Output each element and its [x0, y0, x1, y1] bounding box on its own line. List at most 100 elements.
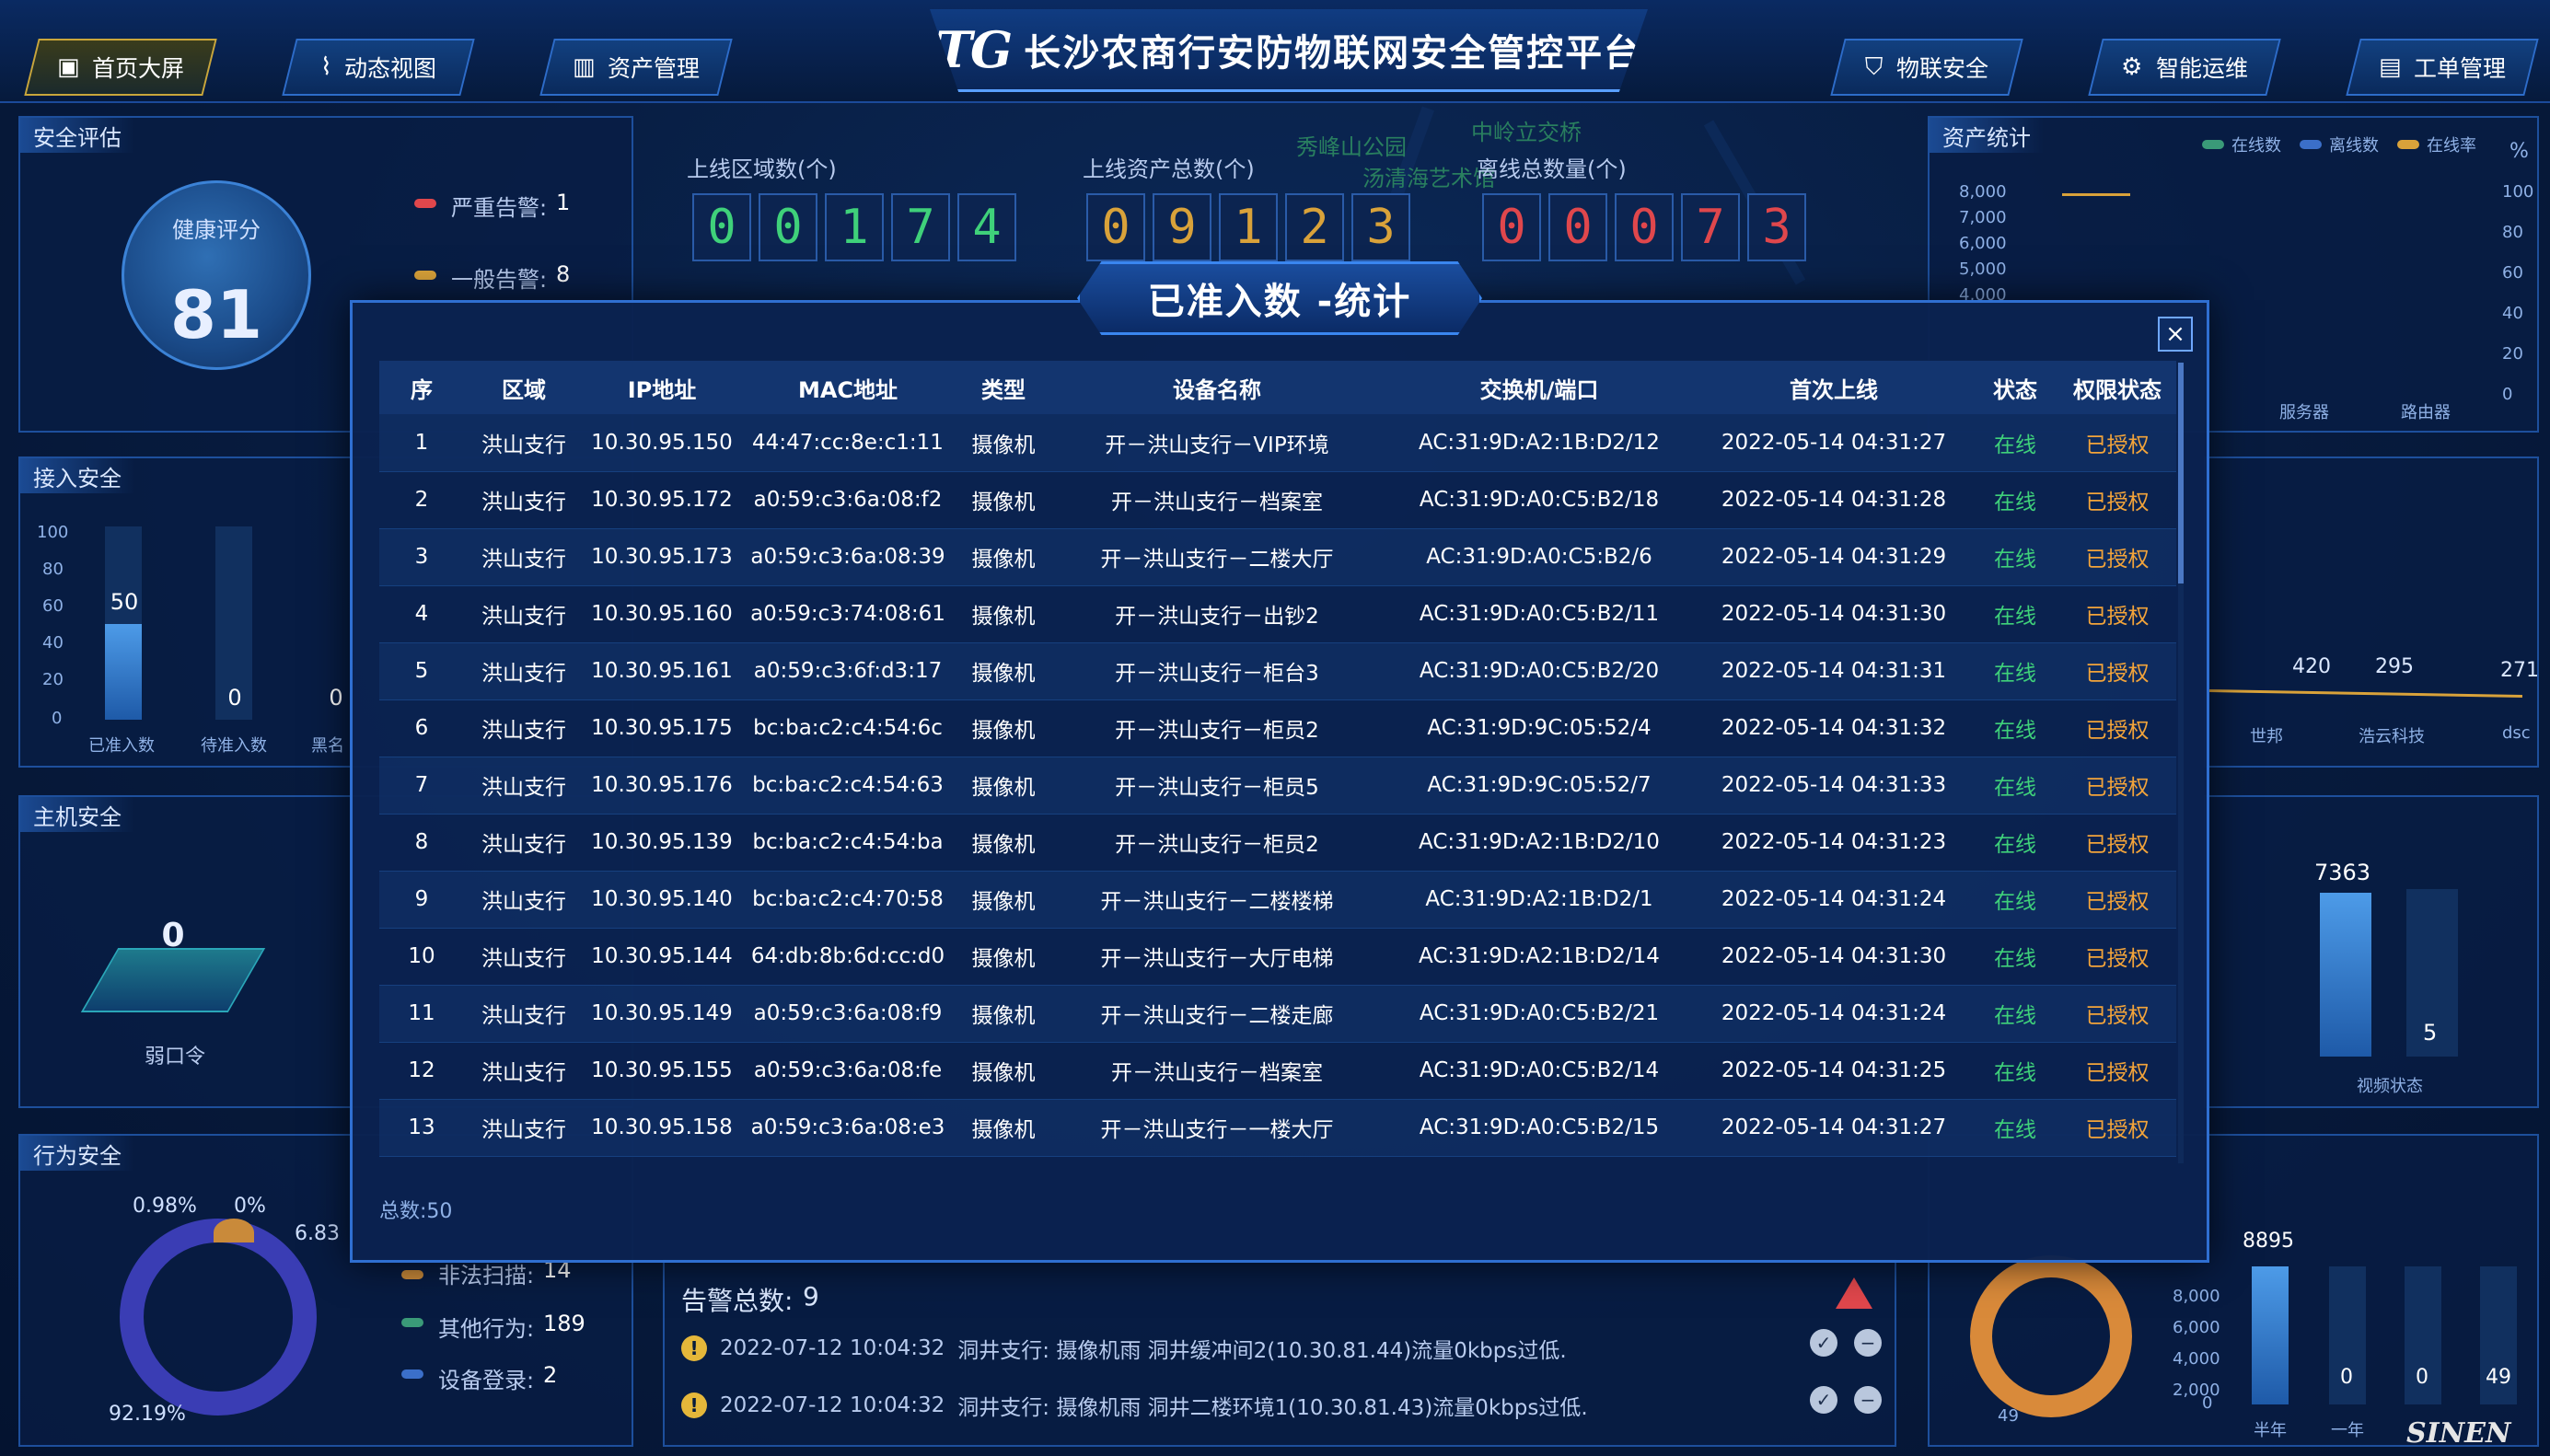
table-scrollbar-thumb[interactable]: [2178, 363, 2184, 584]
counter-digit: 0: [1482, 193, 1541, 261]
alarm-item[interactable]: ! 2022-07-12 10:04:32 洞井支行: 摄像机雨 洞井缓冲间2(…: [681, 1333, 1567, 1364]
column-header-device-name[interactable]: 设备名称: [1051, 361, 1383, 414]
y-tick: 8,000: [2173, 1287, 2220, 1306]
y-tick-right: 100: [2502, 182, 2534, 202]
cell-type: 摄像机: [956, 528, 1051, 586]
table-scrollbar[interactable]: [2178, 363, 2184, 1163]
table-row[interactable]: 8 洪山支行 10.30.95.139 bc:ba:c2:c4:54:ba 摄像机 开－洪…: [379, 814, 2176, 872]
cell-status: 在线: [1972, 699, 2058, 757]
table-row[interactable]: 2 洪山支行 10.30.95.172 a0:59:c3:6a:08:f2 摄像机 开－洪…: [379, 471, 2176, 529]
column-header-first-online[interactable]: 首次上线: [1696, 361, 1972, 414]
cell-device-name: 开－洪山支行－一楼大厅: [1051, 1099, 1383, 1157]
cell-mac-address: a0:59:c3:6a:08:f9: [740, 985, 956, 1043]
cell-permission: 已授权: [2058, 414, 2176, 472]
cell-index: 10: [379, 928, 464, 986]
column-header-status[interactable]: 状态: [1972, 361, 2058, 414]
bottom-bar-value: 0: [2340, 1366, 2353, 1389]
table-row[interactable]: 1 洪山支行 10.30.95.150 44:47:cc:8e:c1:11 摄像机 开－洪…: [379, 414, 2176, 472]
cell-mac-address: a0:59:c3:6a:08:f2: [740, 471, 956, 529]
column-header-index[interactable]: 序: [379, 361, 464, 414]
behavior-percent: 92.19%: [109, 1403, 186, 1426]
dismiss-icon[interactable]: −: [1854, 1386, 1882, 1414]
counter-digit: 0: [1615, 193, 1674, 261]
cell-index: 3: [379, 528, 464, 586]
table-row[interactable]: 9 洪山支行 10.30.95.140 bc:ba:c2:c4:70:58 摄像机 开－洪…: [379, 871, 2176, 929]
panel-title: 接入安全: [20, 458, 134, 493]
column-header-ip[interactable]: IP地址: [584, 361, 740, 414]
alarm-item[interactable]: ! 2022-07-12 10:04:32 洞井支行: 摄像机雨 洞井二楼环境1…: [681, 1390, 1588, 1421]
bar-chart-icon: ▥: [572, 53, 596, 81]
cell-region: 洪山支行: [464, 699, 584, 757]
behavior-donut-slice: [214, 1219, 254, 1246]
cell-status: 在线: [1972, 642, 2058, 700]
nav-work-orders[interactable]: ▤ 工单管理: [2346, 39, 2539, 96]
cell-device-name: 开－洪山支行－档案室: [1051, 1042, 1383, 1100]
cell-region: 洪山支行: [464, 471, 584, 529]
cell-device-name: 开－洪山支行－出钞2: [1051, 585, 1383, 643]
table-row[interactable]: 5 洪山支行 10.30.95.161 a0:59:c3:6f:d3:17 摄像机 开－洪…: [379, 642, 2176, 700]
nav-home-screen[interactable]: ▣ 首页大屏: [24, 39, 217, 96]
table-row[interactable]: 11 洪山支行 10.30.95.149 a0:59:c3:6a:08:f9 摄像机 开－…: [379, 985, 2176, 1043]
counter-label: 离线总数量(个): [1477, 156, 1627, 182]
nav-smart-ops[interactable]: ⚙ 智能运维: [2088, 39, 2281, 96]
confirm-icon[interactable]: ✓: [1810, 1386, 1837, 1414]
cell-index: 1: [379, 414, 464, 472]
nav-label: 智能运维: [2155, 55, 2248, 82]
cell-type: 摄像机: [956, 1099, 1051, 1157]
table-row[interactable]: 3 洪山支行 10.30.95.173 a0:59:c3:6a:08:39 摄像机 开－洪…: [379, 528, 2176, 586]
nav-dynamic-view[interactable]: ⌇ 动态视图: [282, 39, 475, 96]
warning-icon: !: [681, 1335, 707, 1361]
table-row[interactable]: 10 洪山支行 10.30.95.144 64:db:8b:6d:cc:d0 摄像机 开－…: [379, 928, 2176, 986]
health-score-value: 81: [169, 276, 263, 353]
vendor-value: 271: [2500, 659, 2539, 682]
confirm-icon[interactable]: ✓: [1810, 1329, 1837, 1357]
table-row[interactable]: 4 洪山支行 10.30.95.160 a0:59:c3:74:08:61 摄像机 开－洪…: [379, 585, 2176, 643]
cell-region: 洪山支行: [464, 528, 584, 586]
cell-ip-address: 10.30.95.160: [584, 585, 740, 643]
cell-permission: 已授权: [2058, 985, 2176, 1043]
cell-region: 洪山支行: [464, 585, 584, 643]
cell-ip-address: 10.30.95.176: [584, 757, 740, 815]
y-tick: 80: [42, 560, 64, 579]
warning-triangle-icon: [1836, 1277, 1872, 1309]
column-header-switch-port[interactable]: 交换机/端口: [1383, 361, 1696, 414]
alarm-text: 洞井支行: 摄像机雨 洞井缓冲间2(10.30.81.44)流量0kbps过低.: [957, 1339, 1567, 1363]
column-header-region[interactable]: 区域: [464, 361, 584, 414]
cell-first-online: 2022-05-14 04:31:31: [1696, 642, 1972, 700]
y-tick: 20: [42, 670, 64, 689]
column-header-permission[interactable]: 权限状态: [2058, 361, 2176, 414]
cell-mac-address: bc:ba:c2:c4:54:63: [740, 757, 956, 815]
weak-password-count: 0: [161, 917, 185, 954]
bar-value: 0: [329, 685, 343, 711]
panel-title: 安全评估: [20, 118, 134, 153]
chart-line-icon: ⌇: [319, 53, 332, 81]
nav-label: 物联安全: [1895, 55, 1988, 82]
cell-type: 摄像机: [956, 585, 1051, 643]
close-icon[interactable]: ×: [2158, 317, 2193, 352]
cell-ip-address: 10.30.95.149: [584, 985, 740, 1043]
bar-label: 待准入数: [201, 736, 267, 756]
cell-region: 洪山支行: [464, 871, 584, 929]
dismiss-icon[interactable]: −: [1854, 1329, 1882, 1357]
map-label: 汤清海艺术馆: [1362, 166, 1495, 191]
column-header-mac[interactable]: MAC地址: [740, 361, 956, 414]
nav-asset-management[interactable]: ▥ 资产管理: [539, 39, 733, 96]
cell-type: 摄像机: [956, 471, 1051, 529]
nav-iot-security[interactable]: ⛉ 物联安全: [1830, 39, 2023, 96]
table-header-row: 序 区域 IP地址 MAC地址 类型 设备名称 交换机/端口 首次上线 状态 权…: [379, 361, 2176, 414]
table-row[interactable]: 12 洪山支行 10.30.95.155 a0:59:c3:6a:08:fe 摄像机 开－…: [379, 1042, 2176, 1100]
cell-type: 摄像机: [956, 757, 1051, 815]
cell-device-name: 开－洪山支行－柜员2: [1051, 814, 1383, 872]
shield-icon: ⛉: [1865, 52, 1884, 81]
cell-index: 13: [379, 1099, 464, 1157]
cell-first-online: 2022-05-14 04:31:27: [1696, 414, 1972, 472]
table-row[interactable]: 6 洪山支行 10.30.95.175 bc:ba:c2:c4:54:6c 摄像机 开－洪…: [379, 699, 2176, 757]
table-row[interactable]: 7 洪山支行 10.30.95.176 bc:ba:c2:c4:54:63 摄像机 开－洪…: [379, 757, 2176, 815]
bar-approved: [105, 624, 142, 720]
table-row[interactable]: 13 洪山支行 10.30.95.158 a0:59:c3:6a:08:e3 摄像机 开－…: [379, 1099, 2176, 1157]
counter-digit: 4: [957, 193, 1016, 261]
behavior-other-value: 189: [543, 1311, 585, 1336]
column-header-type[interactable]: 类型: [956, 361, 1051, 414]
cell-type: 摄像机: [956, 1042, 1051, 1100]
counter-digit: 3: [1351, 193, 1410, 261]
